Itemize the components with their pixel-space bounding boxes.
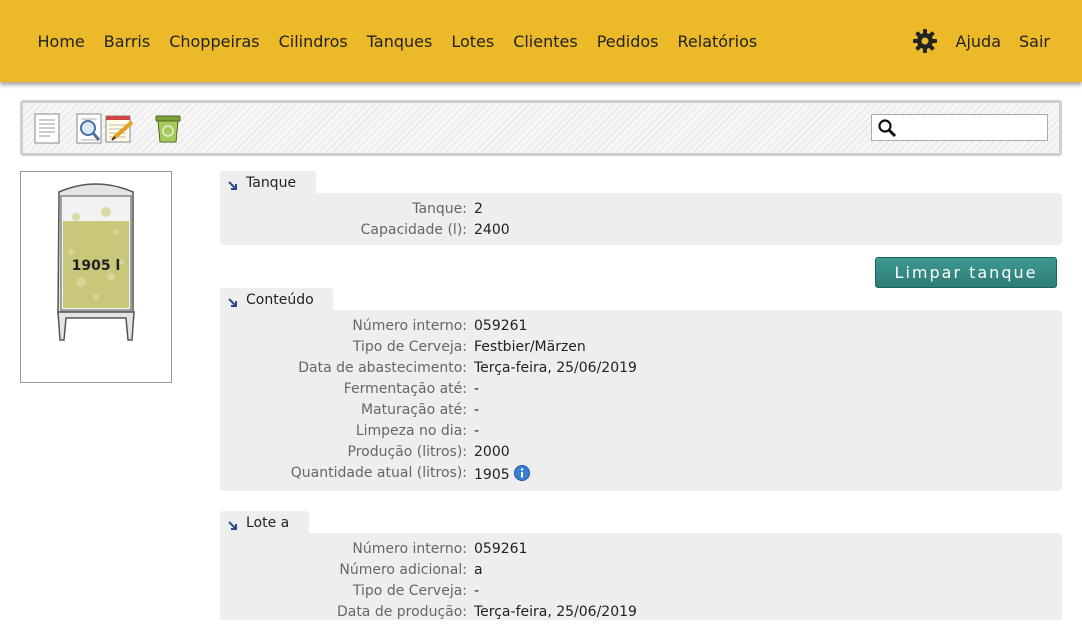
section-title: Tanque (246, 175, 297, 191)
trash-can-icon[interactable] (153, 112, 183, 144)
section-tab-lote: Lote a (220, 511, 309, 533)
field-row: Número interno: 059261 (220, 318, 1062, 339)
field-row: Limpeza no dia: - (220, 423, 1062, 444)
nav-home[interactable]: Home (38, 32, 85, 51)
nav-barris[interactable]: Barris (104, 32, 150, 51)
gear-icon[interactable] (912, 28, 938, 54)
nav-cilindros[interactable]: Cilindros (279, 32, 348, 51)
collapse-arrow-icon[interactable] (228, 518, 237, 530)
field-value: - (474, 423, 480, 439)
field-label: Capacidade (l): (360, 222, 467, 238)
user-menu: Ajuda Sair (912, 28, 1050, 54)
info-icon[interactable] (513, 465, 530, 481)
field-row: Data de produção: Terça-feira, 25/06/2019 (220, 604, 1062, 625)
field-label: Número interno: (352, 541, 467, 557)
search-icon (877, 118, 897, 138)
field-value: - (474, 402, 480, 418)
field-value: a (474, 562, 483, 578)
field-label: Data de abastecimento: (298, 360, 467, 376)
edit-notepad-icon[interactable] (104, 112, 134, 144)
nav-pedidos[interactable]: Pedidos (597, 32, 659, 51)
field-value: 2 (474, 201, 483, 217)
section-body-lote: Número interno: 059261 Número adicional: a… (220, 533, 1062, 620)
section-body-conteudo: Número interno: 059261 Tipo de Cerveja: Fe… (220, 310, 1062, 491)
clean-tank-button[interactable]: Limpar tanque (875, 257, 1057, 288)
nav-lotes[interactable]: Lotes (451, 32, 494, 51)
field-label: Maturação até: (360, 402, 467, 418)
field-label: Fermentação até: (343, 381, 467, 397)
field-row: Fermentação até: - (220, 381, 1062, 402)
field-value: - (474, 583, 480, 599)
field-value: - (474, 381, 480, 397)
field-row: Número adicional: a (220, 562, 1062, 583)
field-value: Terça-feira, 25/06/2019 (474, 604, 637, 620)
field-row: Data de abastecimento: Terça-feira, 25/06… (220, 360, 1062, 381)
field-label: Data de produção: (336, 604, 467, 620)
search-document-icon[interactable] (74, 112, 104, 144)
field-label: Tanque: (412, 201, 467, 217)
field-row: Tipo de Cerveja: Festbier/Märzen (220, 339, 1062, 360)
section-title: Lote a (246, 515, 290, 531)
nav-clientes[interactable]: Clientes (513, 32, 578, 51)
field-value: 1905 (474, 465, 530, 483)
section-title: Conteúdo (246, 292, 314, 308)
tank-image: 1905 l (20, 171, 172, 383)
nav-choppeiras[interactable]: Choppeiras (169, 32, 259, 51)
field-row: Tanque: 2 (220, 201, 1062, 222)
search-box (871, 114, 1048, 141)
search-input[interactable] (900, 117, 1044, 138)
field-label: Limpeza no dia: (355, 423, 467, 439)
logout-link[interactable]: Sair (1019, 32, 1050, 51)
field-row: Tipo de Cerveja: - (220, 583, 1062, 604)
field-value: Terça-feira, 25/06/2019 (474, 360, 637, 376)
field-label: Tipo de Cerveja: (352, 339, 467, 355)
field-label: Número adicional: (339, 562, 467, 578)
field-value: Festbier/Märzen (474, 339, 586, 355)
nav-tanques[interactable]: Tanques (367, 32, 433, 51)
current-quantity-value: 1905 (474, 467, 510, 483)
field-label: Tipo de Cerveja: (352, 583, 467, 599)
main-menu: Home Barris Choppeiras Cilindros Tanques… (28, 32, 767, 51)
field-label: Número interno: (352, 318, 467, 334)
field-label: Produção (litros): (347, 444, 467, 460)
field-row: Maturação até: - (220, 402, 1062, 423)
collapse-arrow-icon[interactable] (228, 178, 237, 190)
field-row: Capacidade (l): 2400 (220, 222, 1062, 243)
field-value: 059261 (474, 318, 528, 334)
collapse-arrow-icon[interactable] (228, 295, 237, 307)
tank-volume-label: 1905 l (71, 258, 121, 274)
help-link[interactable]: Ajuda (956, 32, 1002, 51)
field-value: 059261 (474, 541, 528, 557)
field-row: Quantidade atual (litros): 1905 (220, 465, 1062, 486)
nav-relatorios[interactable]: Relatórios (678, 32, 758, 51)
section-tab-tanque: Tanque (220, 171, 316, 193)
section-body-tanque: Tanque: 2 Capacidade (l): 2400 (220, 193, 1062, 245)
field-row: Produção (litros): 2000 (220, 444, 1062, 465)
top-navigation-bar: Home Barris Choppeiras Cilindros Tanques… (0, 0, 1082, 82)
toolbar (20, 100, 1062, 156)
field-value: 2400 (474, 222, 510, 238)
field-label: Quantidade atual (litros): (290, 465, 467, 481)
section-tab-conteudo: Conteúdo (220, 288, 333, 310)
tank-illustration (57, 183, 135, 341)
field-row: Número interno: 059261 (220, 541, 1062, 562)
field-value: 2000 (474, 444, 510, 460)
document-icon[interactable] (32, 112, 62, 144)
